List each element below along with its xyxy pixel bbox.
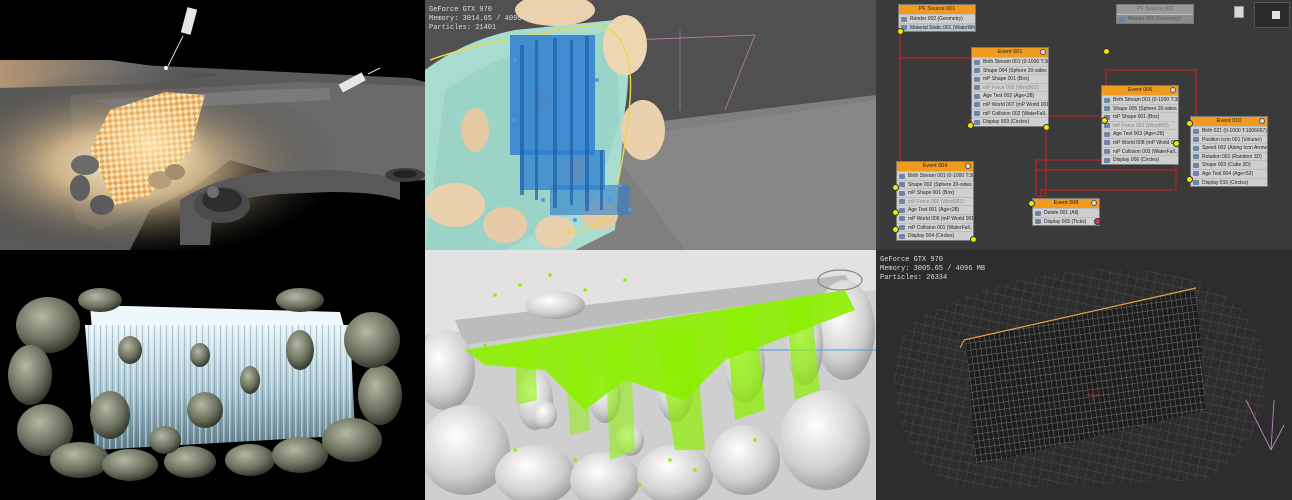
lit-scene-render [0, 0, 425, 250]
particle-view-node-graph[interactable]: PF Source 001 Render 002 (Geometry) Mate… [876, 0, 1292, 250]
gear-icon[interactable] [1259, 118, 1265, 124]
node-output-port[interactable] [1043, 124, 1050, 131]
node-operator[interactable]: Speed 002 (Along Icon Arrow) [1191, 143, 1267, 152]
node-output-port[interactable] [1094, 218, 1101, 225]
node-input-port[interactable] [1103, 48, 1110, 55]
node-operator[interactable]: Shape 002 (Sphere 20-sides 3D) [897, 179, 973, 189]
node-operator[interactable]: Birth Stream 001 (0-1000 T:386... [1102, 95, 1178, 104]
particle-view-preview[interactable] [1254, 2, 1290, 28]
node-operator[interactable]: Position Icon 001 (Volume) [1191, 134, 1267, 144]
node-header: PF Source 002 [1117, 5, 1193, 14]
viewport-lit-scene[interactable] [0, 0, 425, 250]
gear-icon[interactable] [1091, 200, 1097, 206]
viewport-particles-blue[interactable]: GeForce GTX 970 Memory: 3014.65 / 4096 M… [425, 0, 876, 250]
node-operator[interactable]: Age Test 002 (Age<28) [972, 91, 1048, 100]
node-operator[interactable]: Age Test 003 (Age<28) [1102, 129, 1178, 138]
node-operator[interactable]: Render 003 (Geometry) [1117, 14, 1193, 23]
viewport-grid: GeForce GTX 970 Memory: 3014.65 / 4096 M… [0, 0, 1292, 500]
final-render-image [0, 250, 425, 500]
gear-icon[interactable] [1040, 49, 1046, 55]
node-title: Event 010 [1216, 118, 1242, 124]
node-output-port[interactable] [970, 236, 977, 243]
node-operator[interactable]: mP World 007 (mP World 001) [972, 99, 1048, 109]
node-title: Event 006 [1127, 87, 1153, 93]
node-operator[interactable]: Age Test 001 (Age<28) [897, 205, 973, 214]
gear-icon[interactable] [1170, 87, 1176, 93]
node-operator[interactable]: Shape 005 (Sphere 20-sides 3D) [1102, 103, 1178, 113]
viewport-wireframe[interactable]: GeForce GTX 970 Memory: 3005.65 / 4096 M… [876, 250, 1292, 500]
node-header: Event 006 [1102, 86, 1178, 95]
node-pf-source-002[interactable]: PF Source 002 Render 003 (Geometry) [1116, 4, 1194, 24]
node-operator[interactable]: Display 005 (Ticks) [1033, 216, 1099, 226]
viewport-particles-green[interactable] [425, 250, 876, 500]
node-operator[interactable]: mP Force 002 (Wind002) [897, 196, 973, 206]
node-operator[interactable]: Material Static 001 (WaterWhite) [899, 22, 975, 32]
particle-view-thumbnail[interactable] [1234, 6, 1244, 18]
wireframe-render [876, 250, 1292, 500]
stat-particles: Particles: 21401 [429, 23, 497, 32]
node-operator[interactable]: Age Test 004 (Age<52) [1191, 168, 1267, 178]
node-operator[interactable]: Shape 004 (Sphere 20-sides 3D) [972, 65, 1048, 75]
node-title: Event 008 [1053, 200, 1079, 206]
node-operator[interactable]: Birth Stream 001 (0-1000 T:386... [897, 171, 973, 180]
node-operator[interactable]: mP Force 003 (Wind003) [1102, 120, 1178, 130]
node-event-004[interactable]: Event 004 Birth Stream 001 (0-1000 T:386… [896, 161, 974, 241]
node-operator[interactable]: mP Collision 003 (WaterFall... [1102, 146, 1178, 156]
node-output-port[interactable] [1173, 140, 1180, 147]
stat-memory: Memory: 3005.65 / 4096 MB [880, 264, 986, 273]
node-output-port[interactable] [892, 209, 899, 216]
node-operator[interactable]: mP Collision 002 (WaterFall... [972, 108, 1048, 118]
node-header: PF Source 001 [899, 5, 975, 14]
node-output-port[interactable] [1186, 176, 1193, 183]
stat-gpu: GeForce GTX 970 [880, 256, 944, 264]
node-operator[interactable]: mP Shape 001 (Box) [972, 74, 1048, 83]
node-output-port[interactable] [1101, 117, 1108, 124]
node-title: Event 001 [997, 49, 1023, 55]
node-output-port[interactable] [892, 184, 899, 191]
node-operator[interactable]: Rotation 001 (Random 3D) [1191, 151, 1267, 161]
node-operator[interactable]: Display 010 (Circles) [1191, 177, 1267, 187]
node-output-port[interactable] [897, 28, 904, 35]
node-event-001[interactable]: Event 001 Birth Stream 001 (0-1000 T:386… [971, 47, 1049, 127]
node-event-008[interactable]: Event 008 Delete 001 (All) Display 005 (… [1032, 198, 1100, 227]
node-operator[interactable]: mP Force 003 (Wind002) [972, 82, 1048, 92]
node-input-port[interactable] [1028, 200, 1035, 207]
node-input-port[interactable] [1186, 120, 1193, 127]
viewport-final-render[interactable] [0, 250, 425, 500]
node-header: Event 010 [1191, 117, 1267, 126]
node-operator[interactable]: Render 002 (Geometry) [899, 14, 975, 23]
node-operator[interactable]: Shape 003 (Cube 3D) [1191, 160, 1267, 169]
node-operator[interactable]: mP Collision 001 (WaterFall... [897, 222, 973, 232]
node-operator[interactable]: mP Shape 001 (Box) [897, 188, 973, 197]
gear-icon[interactable] [965, 163, 971, 169]
node-operator[interactable]: Display 004 (Circles) [897, 231, 973, 240]
node-event-006[interactable]: Event 006 Birth Stream 001 (0-1000 T:386… [1101, 85, 1179, 165]
node-output-port[interactable] [967, 122, 974, 129]
stat-particles: Particles: 26334 [880, 273, 948, 282]
node-event-010[interactable]: Event 010 Birth 021 (0-1000 T:1006667) P… [1190, 116, 1268, 188]
node-pf-source-001[interactable]: PF Source 001 Render 002 (Geometry) Mate… [898, 4, 976, 33]
node-output-port[interactable] [892, 226, 899, 233]
viewport-stats: GeForce GTX 970 Memory: 3005.65 / 4096 M… [880, 256, 985, 282]
stat-memory: Memory: 3014.65 / 4096 MB [429, 14, 535, 23]
node-header: Event 008 [1033, 199, 1099, 208]
node-header: Event 004 [897, 162, 973, 171]
node-operator[interactable]: Delete 001 (All) [1033, 208, 1099, 217]
node-header: Event 001 [972, 48, 1048, 57]
node-operator[interactable]: Birth Stream 001 (0-1000 T:386... [972, 57, 1048, 66]
node-operator[interactable]: Birth 021 (0-1000 T:1006667) [1191, 126, 1267, 135]
node-operator[interactable]: mP Shape 001 (Box) [1102, 112, 1178, 121]
node-title: Event 004 [922, 163, 948, 169]
stat-gpu: GeForce GTX 970 [429, 6, 493, 14]
blue-particle-render [425, 0, 876, 250]
node-operator[interactable]: Display 006 (Circles) [1102, 155, 1178, 164]
node-operator[interactable]: mP World 006 (mP World 001) [897, 213, 973, 223]
node-operator[interactable]: Display 003 (Circles) [972, 117, 1048, 126]
viewport-stats: GeForce GTX 970 Memory: 3014.65 / 4096 M… [429, 6, 534, 32]
node-operator[interactable]: mP World 008 (mP World 001) [1102, 137, 1178, 147]
green-particle-render [425, 250, 876, 500]
